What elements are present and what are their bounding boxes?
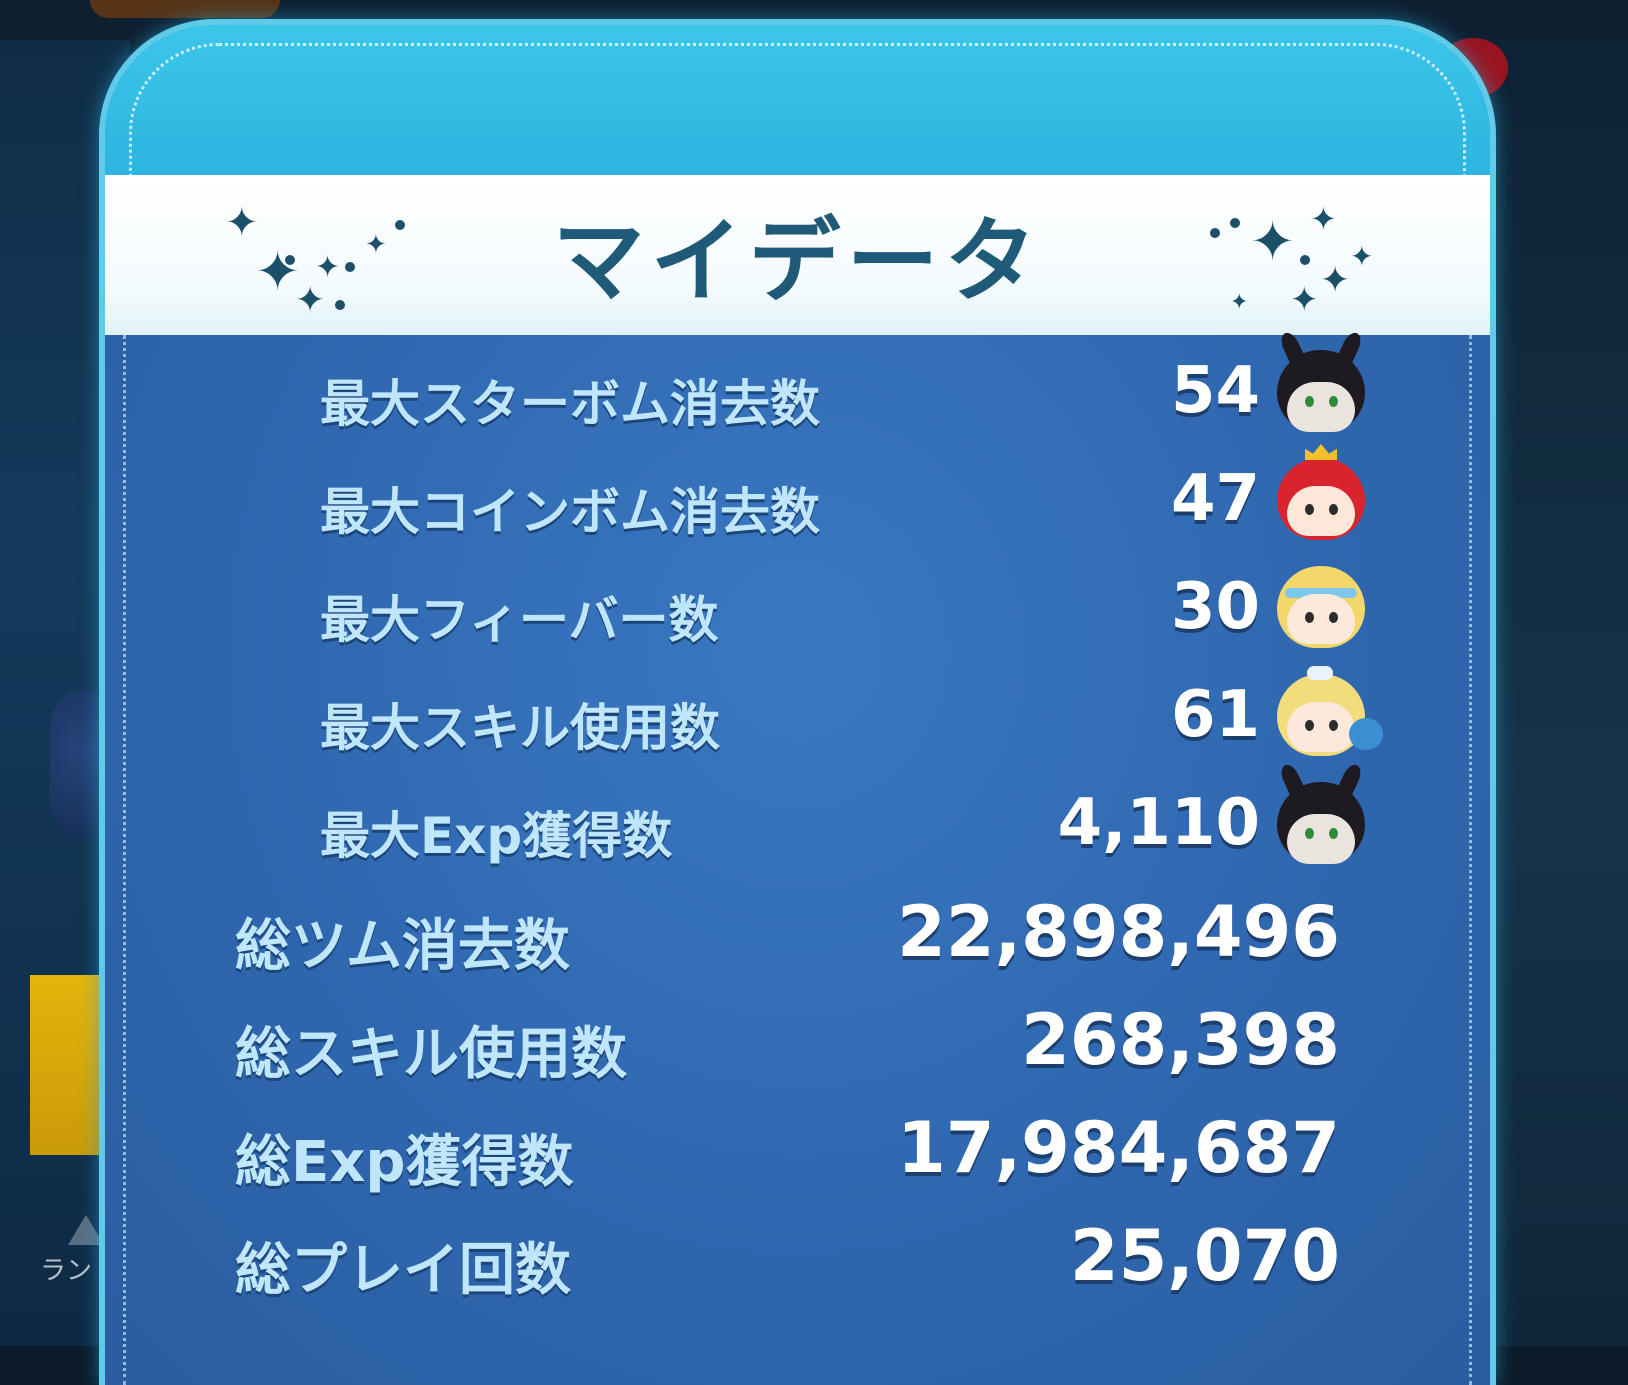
stat-label: 総プレイ回数 [235, 1238, 571, 1303]
maleficent-tsum-icon [1277, 761, 1365, 864]
cinderella-tsum-icon [1277, 566, 1365, 648]
stat-row-max-exp: 最大Exp獲得数 4,110 [105, 761, 1490, 882]
stat-label: 最大スキル使用数 [320, 699, 720, 757]
stat-value: 30 [1170, 570, 1260, 644]
stat-value: 47 [1170, 462, 1260, 536]
my-data-dialog: ✦ ✦ ✦ ✦ ✦ ✦ ✦ ✦ ✦ ✦ ✦ マイデータ 最大スターボム消去数 5… [105, 25, 1490, 1385]
stat-label: 最大スターボム消去数 [320, 375, 820, 433]
maleficent-tsum-icon [1277, 329, 1365, 432]
stat-value: 22,898,496 [897, 891, 1340, 973]
stat-label: 総ツム消去数 [235, 914, 570, 979]
stat-label: 最大フィーバー数 [320, 591, 719, 649]
ariel-tsum-icon [1277, 444, 1365, 540]
stat-value: 25,070 [1069, 1215, 1340, 1297]
stat-label: 最大Exp獲得数 [320, 807, 673, 865]
stat-row-total-skill: 総スキル使用数 268,398 [105, 995, 1490, 1095]
stat-row-max-coinbomb: 最大コインボム消去数 47 [105, 444, 1490, 558]
stat-label: 最大コインボム消去数 [320, 483, 820, 541]
background-top-decoration [90, 0, 280, 18]
stat-row-max-fever: 最大フィーバー数 30 [105, 566, 1490, 666]
stat-value: 54 [1170, 354, 1260, 428]
stat-row-max-skill: 最大スキル使用数 61 [105, 666, 1490, 774]
stat-row-total-exp: 総Exp獲得数 17,984,687 [105, 1103, 1490, 1203]
stat-value: 61 [1170, 678, 1260, 752]
ranking-icon[interactable] [68, 1215, 104, 1245]
stat-row-max-starbomb: 最大スターボム消去数 54 [105, 329, 1490, 450]
ranking-label[interactable]: ラン [40, 1250, 92, 1287]
cinderella-bird-tsum-icon [1277, 666, 1383, 756]
stat-label: 総スキル使用数 [235, 1022, 627, 1087]
dialog-title: マイデータ [552, 208, 1043, 315]
background-right [1488, 0, 1628, 1346]
stat-row-total-tsum: 総ツム消去数 22,898,496 [105, 887, 1490, 987]
stat-row-total-plays: 総プレイ回数 25,070 [105, 1211, 1490, 1311]
stat-label: 総Exp獲得数 [235, 1130, 574, 1195]
stat-value: 268,398 [1021, 999, 1340, 1081]
dialog-header [105, 25, 1490, 205]
stat-value: 17,984,687 [897, 1107, 1340, 1189]
stat-value: 4,110 [1057, 786, 1260, 860]
